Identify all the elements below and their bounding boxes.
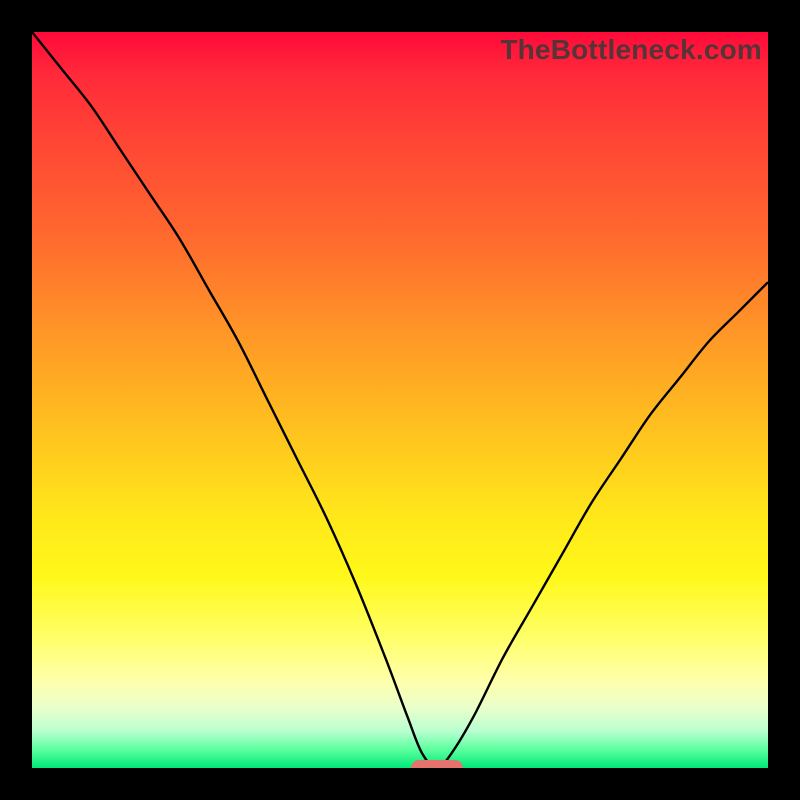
chart-frame: TheBottleneck.com	[32, 32, 768, 768]
optimal-marker	[411, 760, 463, 768]
plot-area: TheBottleneck.com	[32, 32, 768, 768]
bottleneck-curve	[32, 32, 768, 768]
